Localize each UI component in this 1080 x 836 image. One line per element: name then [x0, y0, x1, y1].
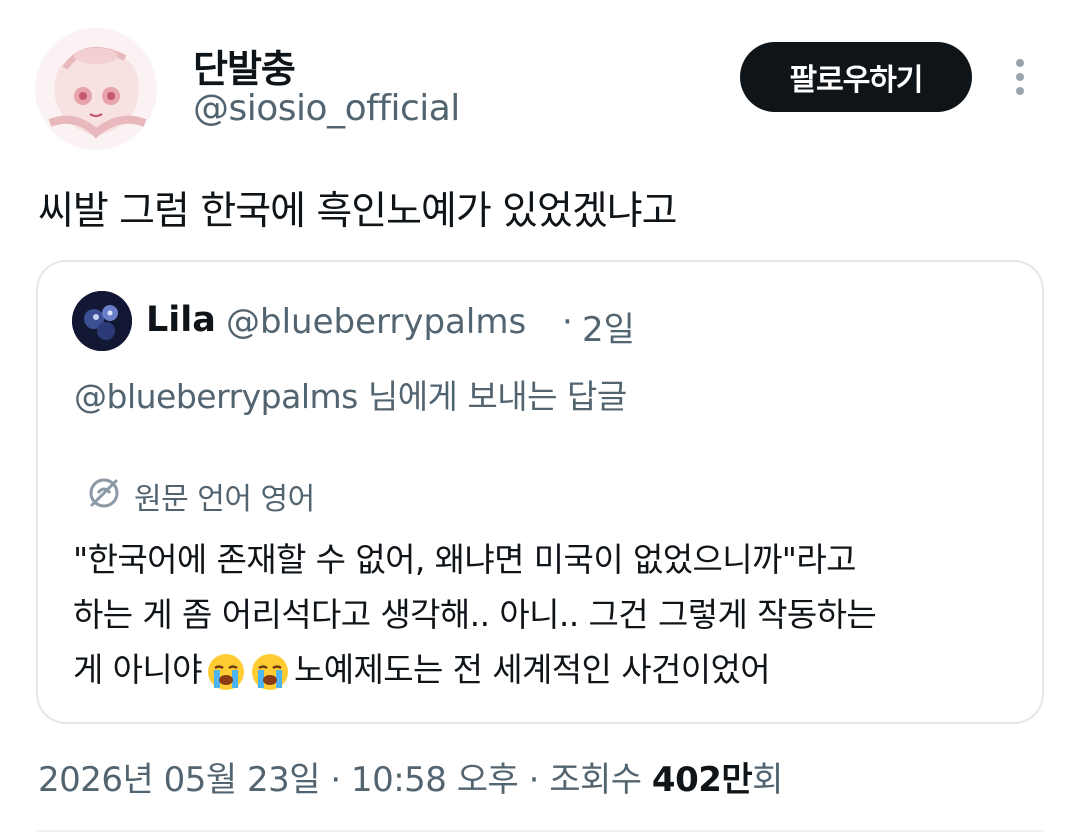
views-unit: 회: [752, 760, 783, 800]
tweet-text: 씨발 그럼 한국에 흑인노예가 있었겠냐고: [38, 189, 678, 234]
author-avatar[interactable]: [35, 28, 157, 150]
views-label: 조회수: [549, 760, 642, 800]
loudly-crying-face-icon: [207, 653, 244, 690]
meta-separator: ·: [528, 760, 540, 800]
translate-label[interactable]: 원문 언어 영어: [134, 474, 315, 518]
crying-emoji-pair: [206, 652, 290, 692]
quoted-timestamp[interactable]: 2일: [582, 302, 635, 351]
quoted-author-handle[interactable]: @blueberrypalms: [226, 302, 526, 342]
quoted-author-name[interactable]: Lila: [146, 300, 216, 340]
quoted-tweet-body: "한국어에 존재할 수 없어, 왜냐면 미국이 없었으니까"라고 하는 게 좀 …: [73, 532, 1013, 697]
quoted-body-line: 게 아니야 노예제도는 전 세계적인 사건이었어: [73, 642, 1013, 697]
blue-flower-avatar-image: [72, 291, 132, 351]
translate-icon: [86, 475, 122, 511]
quoted-author-avatar[interactable]: [72, 291, 132, 351]
quoted-body-line: 하는 게 좀 어리석다고 생각해.. 아니.. 그건 그렇게 작동하는: [73, 595, 877, 634]
reply-to-label: @blueberrypalms 님에게 보내는 답글: [74, 377, 627, 416]
quoted-body-text: 노예제도는 전 세계적인 사건이었어: [293, 650, 771, 689]
tweet-date[interactable]: 2026년 05월 23일: [38, 760, 321, 800]
more-options-button[interactable]: [1000, 52, 1040, 102]
tweet-meta: 2026년 05월 23일 · 10:58 오후 · 조회수 402만회: [38, 752, 783, 801]
quoted-body-line: "한국어에 존재할 수 없어, 왜냐면 미국이 없었으니까"라고: [73, 540, 856, 579]
anime-avatar-image: [35, 28, 157, 150]
more-vertical-icon: [1016, 59, 1024, 95]
divider: [36, 830, 1044, 832]
views-count: 402만: [651, 760, 753, 800]
author-handle[interactable]: @siosio_official: [193, 88, 460, 129]
follow-button[interactable]: 팔로우하기: [740, 42, 972, 112]
meta-separator: ·: [330, 760, 341, 800]
tweet-page: 단발충 @siosio_official 팔로우하기 씨발 그럼 한국에 흑인노…: [0, 0, 1080, 836]
loudly-crying-face-icon: [251, 653, 288, 690]
quoted-separator: ·: [562, 302, 573, 342]
quoted-body-text: 게 아니야: [73, 650, 203, 689]
author-display-name[interactable]: 단발충: [193, 38, 296, 93]
tweet-time[interactable]: 10:58 오후: [351, 760, 519, 800]
